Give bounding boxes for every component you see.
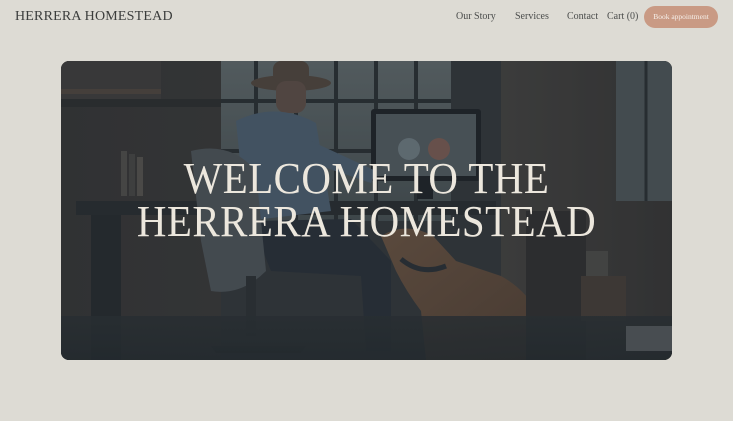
nav-our-story[interactable]: Our Story xyxy=(456,11,496,22)
hero-title: WELCOME TO THE HERRERA HOMESTEAD xyxy=(82,154,650,246)
nav-services[interactable]: Services xyxy=(515,11,549,22)
nav-contact[interactable]: Contact xyxy=(567,11,598,22)
nav-cart[interactable]: Cart (0) xyxy=(607,11,638,22)
hero-title-line-2: HERRERA HOMESTEAD xyxy=(136,197,597,246)
hero-banner: WELCOME TO THE HERRERA HOMESTEAD xyxy=(61,61,672,360)
brand-logo-link[interactable]: HERRERA HOMESTEAD xyxy=(15,9,173,25)
book-appointment-button[interactable]: Book appointment xyxy=(644,6,718,28)
site-header: HERRERA HOMESTEAD Our Story Services Con… xyxy=(0,0,733,34)
hero-title-line-1: WELCOME TO THE xyxy=(183,154,550,203)
